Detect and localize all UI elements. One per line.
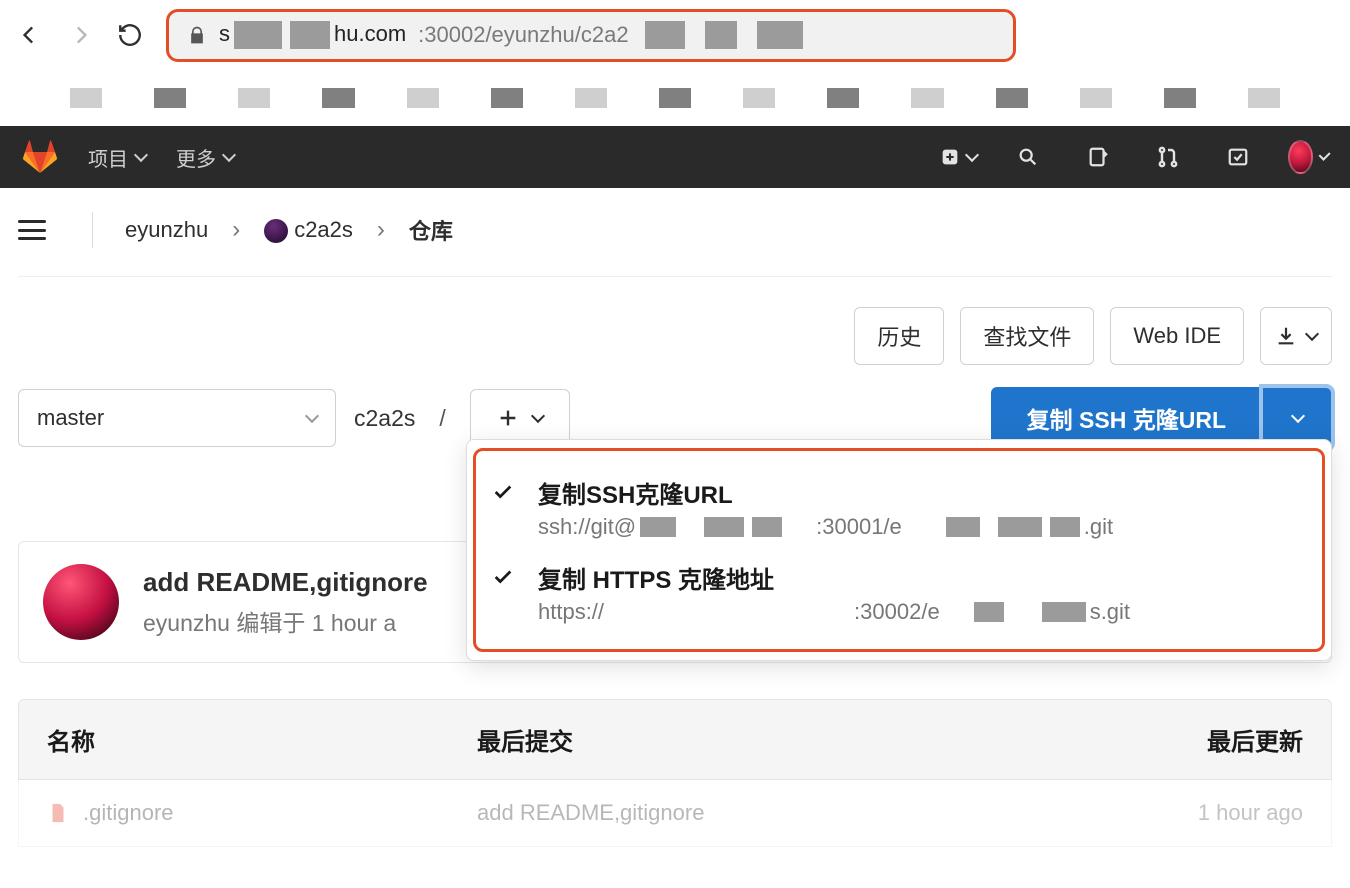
nav-projects-label: 项目: [88, 143, 128, 172]
nav-more-label: 更多: [176, 143, 216, 172]
browser-address-bar[interactable]: shu.com :30002/eyunzhu/c2a2: [166, 9, 1016, 62]
sidebar-toggle[interactable]: [18, 220, 46, 240]
browser-back-button[interactable]: [16, 21, 44, 49]
breadcrumb-sep: ›: [232, 216, 240, 244]
chevron-down-icon: [305, 409, 319, 423]
clone-option-https-url: https:// :30002/e s.git: [538, 599, 1130, 625]
check-icon: [492, 560, 520, 588]
gitlab-navbar: 项目 更多: [0, 126, 1350, 188]
browser-reload-button[interactable]: [116, 21, 144, 49]
table-row[interactable]: .gitignore add README,gitignore 1 hour a…: [18, 780, 1332, 847]
check-icon: [492, 475, 520, 503]
breadcrumb-sep: ›: [377, 216, 385, 244]
plus-icon: [497, 407, 519, 429]
chevron-down-icon: [222, 148, 236, 162]
breadcrumb-group[interactable]: eyunzhu: [125, 217, 208, 243]
nav-new-button[interactable]: [938, 137, 978, 177]
col-name: 名称: [47, 722, 477, 757]
clone-option-https[interactable]: 复制 HTTPS 克隆地址 https:// :30002/e s.git: [486, 550, 1312, 635]
file-icon: [47, 802, 69, 824]
path-root[interactable]: c2a2s: [354, 405, 415, 432]
avatar: [1288, 140, 1313, 174]
clone-option-ssh-title: 复制SSH克隆URL: [538, 475, 1113, 510]
commit-author-avatar[interactable]: [43, 564, 119, 640]
browser-bookmarks-bar: [0, 70, 1350, 126]
nav-merge-requests-button[interactable]: [1148, 137, 1188, 177]
nav-projects[interactable]: 项目: [88, 143, 146, 172]
url-path: :30002/eyunzhu/c2a2: [418, 22, 628, 48]
file-name: .gitignore: [83, 800, 174, 826]
breadcrumb-section: 仓库: [409, 214, 453, 246]
file-last-commit: add README,gitignore: [477, 800, 1103, 826]
breadcrumb-project[interactable]: c2a2s: [264, 217, 353, 243]
history-button[interactable]: 历史: [854, 307, 944, 365]
file-last-update: 1 hour ago: [1103, 800, 1303, 826]
chevron-down-icon: [1305, 327, 1319, 341]
chevron-down-icon: [1318, 149, 1330, 161]
nav-issues-button[interactable]: [1078, 137, 1118, 177]
nav-user-menu[interactable]: [1288, 137, 1328, 177]
browser-chrome: shu.com :30002/eyunzhu/c2a2: [0, 0, 1350, 70]
col-last-update: 最后更新: [1103, 722, 1303, 757]
gitlab-logo[interactable]: [22, 139, 58, 175]
commit-title[interactable]: add README,gitignore: [143, 567, 428, 598]
find-file-button[interactable]: 查找文件: [960, 307, 1094, 365]
clone-option-https-title: 复制 HTTPS 克隆地址: [538, 560, 1130, 595]
branch-name: master: [37, 405, 104, 431]
chevron-down-icon: [965, 148, 979, 162]
download-button[interactable]: [1260, 307, 1332, 365]
chevron-down-icon: [1290, 409, 1304, 423]
lock-icon: [187, 25, 207, 45]
breadcrumb: eyunzhu › c2a2s › 仓库: [0, 188, 1350, 272]
url-text: shu.com: [219, 21, 406, 49]
clone-dropdown-panel: 复制SSH克隆URL ssh://git@ :30001/e .git 复制 H…: [466, 439, 1332, 661]
download-icon: [1275, 325, 1297, 347]
chevron-down-icon: [531, 409, 545, 423]
web-ide-button[interactable]: Web IDE: [1110, 307, 1244, 365]
project-avatar-icon: [264, 219, 288, 243]
chevron-down-icon: [134, 148, 148, 162]
nav-search-button[interactable]: [1008, 137, 1048, 177]
repo-actions: 历史 查找文件 Web IDE: [18, 307, 1332, 365]
clone-option-ssh[interactable]: 复制SSH克隆URL ssh://git@ :30001/e .git: [486, 465, 1312, 550]
nav-more[interactable]: 更多: [176, 143, 234, 172]
file-table-header: 名称 最后提交 最后更新: [18, 699, 1332, 780]
col-last-commit: 最后提交: [477, 722, 1103, 757]
commit-meta: eyunzhu 编辑于 1 hour a: [143, 604, 428, 638]
path-sep: /: [439, 405, 445, 432]
branch-selector[interactable]: master: [18, 389, 336, 447]
nav-todos-button[interactable]: [1218, 137, 1258, 177]
clone-option-ssh-url: ssh://git@ :30001/e .git: [538, 514, 1113, 540]
browser-forward-button[interactable]: [66, 21, 94, 49]
